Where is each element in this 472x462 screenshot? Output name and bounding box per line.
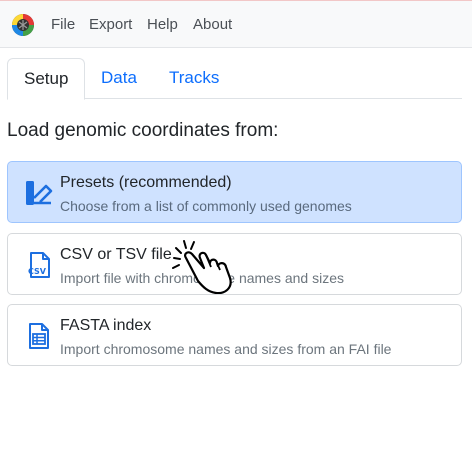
option-presets[interactable]: Presets (recommended) Choose from a list… <box>7 161 462 223</box>
presets-icon <box>26 181 53 205</box>
option-csv-title: CSV or TSV file <box>60 246 172 263</box>
menu-about[interactable]: About <box>193 16 232 33</box>
hand-click-cursor-icon <box>172 240 232 294</box>
menu-export[interactable]: Export <box>89 16 132 33</box>
menu-bar: File Export Help About <box>0 0 472 48</box>
app-logo-icon[interactable] <box>11 13 35 37</box>
svg-text:CSV: CSV <box>28 267 47 276</box>
menu-file[interactable]: File <box>51 16 75 33</box>
option-fasta[interactable]: FASTA index Import chromosome names and … <box>7 304 462 366</box>
tab-tracks[interactable]: Tracks <box>153 58 235 99</box>
menu-help[interactable]: Help <box>147 16 178 33</box>
tab-setup[interactable]: Setup <box>7 58 86 100</box>
option-presets-subtitle: Choose from a list of commonly used geno… <box>60 198 352 214</box>
page-heading: Load genomic coordinates from: <box>7 120 279 141</box>
option-fasta-subtitle: Import chromosome names and sizes from a… <box>60 341 392 357</box>
fasta-file-icon <box>29 323 49 349</box>
tab-bar: Setup Data Tracks <box>7 58 462 100</box>
tab-data[interactable]: Data <box>85 58 153 99</box>
csv-file-icon: CSV <box>28 252 50 278</box>
option-fasta-title: FASTA index <box>60 317 152 334</box>
option-presets-title: Presets (recommended) <box>60 174 232 191</box>
